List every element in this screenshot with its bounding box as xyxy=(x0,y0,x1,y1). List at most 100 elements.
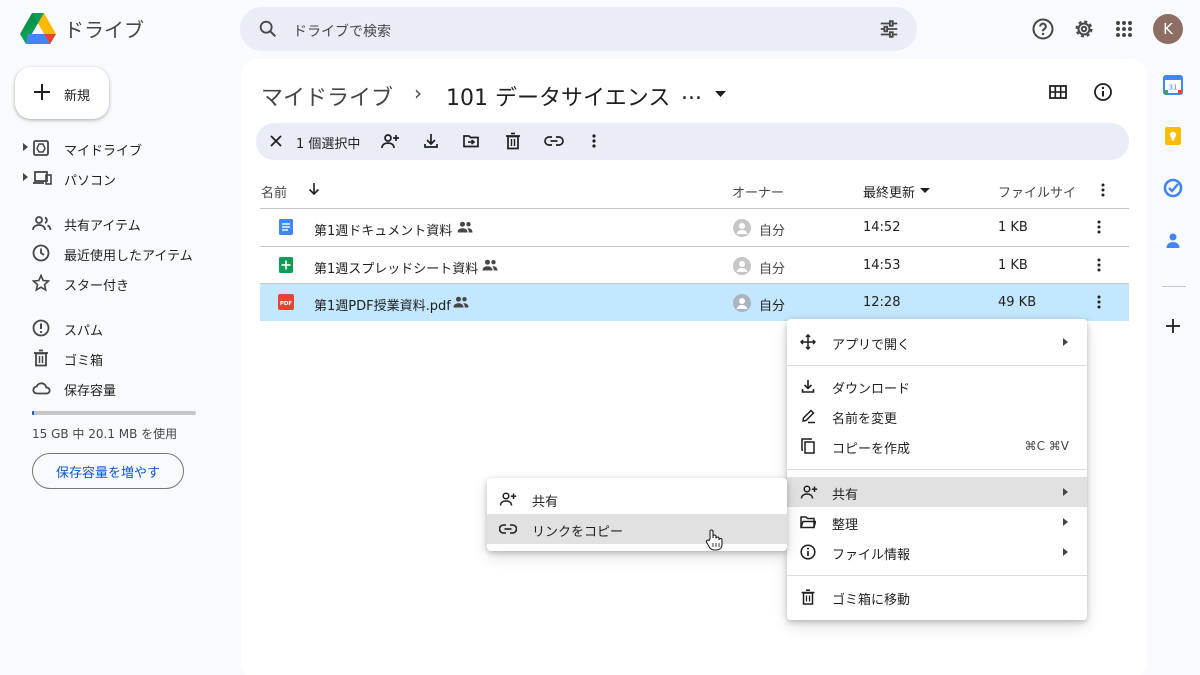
sidebar-item-starred[interactable]: スター付き xyxy=(20,268,220,298)
help-icon[interactable] xyxy=(1031,17,1055,41)
owner-avatar-icon xyxy=(733,257,751,275)
search-icon[interactable] xyxy=(257,18,279,40)
computer-icon xyxy=(32,169,52,187)
column-header-modified[interactable]: 最終更新 xyxy=(863,182,915,201)
menu-item-move-to-trash[interactable]: ゴミ箱に移動 xyxy=(787,582,1087,612)
breadcrumb-current-folder[interactable]: 101 データサイエンス xyxy=(446,80,670,112)
more-actions-icon[interactable] xyxy=(591,132,597,150)
column-header-size[interactable]: ファイルサイ xyxy=(998,182,1076,201)
folder-dropdown-icon[interactable] xyxy=(715,91,726,97)
file-row[interactable]: 第1週スプレッドシート資料 自分 14:53 1 KB xyxy=(260,247,1129,284)
sidebar-item-trash[interactable]: ゴミ箱 xyxy=(20,343,220,373)
sort-caret-down-icon[interactable] xyxy=(920,188,930,193)
trash-icon[interactable] xyxy=(504,132,522,150)
info-icon xyxy=(800,544,816,560)
new-button-label: 新規 xyxy=(64,89,91,104)
modified-time: 14:53 xyxy=(863,258,901,273)
new-button[interactable]: 新規 xyxy=(15,67,109,119)
menu-item-label: 共有 xyxy=(832,488,859,503)
breadcrumb-my-drive[interactable]: マイドライブ xyxy=(261,80,393,112)
link-icon xyxy=(499,521,517,537)
menu-item-rename[interactable]: 名前を変更 xyxy=(787,401,1087,431)
submenu-item-share[interactable]: 共有 xyxy=(487,484,787,514)
expand-caret-icon[interactable] xyxy=(23,143,29,151)
file-row-selected[interactable]: PDF 第1週PDF授業資料.pdf 自分 12:28 49 KB xyxy=(260,284,1129,321)
apps-grid-icon[interactable] xyxy=(1112,17,1136,41)
drive-logo-icon[interactable] xyxy=(20,12,56,46)
owner-avatar-icon xyxy=(733,219,751,237)
info-icon[interactable] xyxy=(1093,82,1113,102)
sidebar-item-shared[interactable]: 共有アイテム xyxy=(20,208,220,238)
copy-link-icon[interactable] xyxy=(544,132,564,150)
menu-item-organize[interactable]: 整理 xyxy=(787,507,1087,537)
shared-people-icon xyxy=(453,296,469,308)
share-person-add-icon[interactable] xyxy=(380,132,400,150)
search-bar[interactable]: ドライブで検索 xyxy=(240,7,917,51)
svg-text:31: 31 xyxy=(1169,84,1178,92)
menu-item-download[interactable]: ダウンロード xyxy=(787,371,1087,401)
menu-item-label: ダウンロード xyxy=(832,382,911,397)
file-name: 第1週PDF授業資料.pdf xyxy=(314,299,451,314)
sidebar-item-my-drive[interactable]: マイドライブ xyxy=(20,133,220,163)
get-addons-plus-icon[interactable] xyxy=(1163,316,1185,338)
submenu-arrow-icon xyxy=(1063,488,1068,496)
grid-view-icon[interactable] xyxy=(1048,83,1068,101)
submenu-item-copy-link[interactable]: リンクをコピー xyxy=(487,514,787,544)
owner-name: 自分 xyxy=(759,224,786,239)
selection-toolbar: 1 個選択中 xyxy=(256,123,1129,160)
expand-caret-icon[interactable] xyxy=(23,173,29,181)
download-icon xyxy=(800,378,816,394)
trash-icon xyxy=(32,349,50,367)
sidebar-item-recent[interactable]: 最近使用したアイテム xyxy=(20,238,220,268)
submenu-arrow-icon xyxy=(1063,518,1068,526)
download-icon[interactable] xyxy=(422,132,440,150)
search-options-icon[interactable] xyxy=(878,18,900,40)
menu-item-label: コピーを作成 xyxy=(832,442,911,457)
calendar-app-icon[interactable]: 31 xyxy=(1163,75,1185,97)
sort-direction-arrow-icon[interactable] xyxy=(307,182,321,196)
shared-people-icon xyxy=(482,259,498,271)
breadcrumb-ellipsis[interactable]: ... xyxy=(681,80,702,105)
search-input[interactable]: ドライブで検索 xyxy=(293,21,391,41)
sidebar-item-storage[interactable]: 保存容量 xyxy=(20,373,220,403)
file-row[interactable]: 第1週ドキュメント資料 自分 14:52 1 KB xyxy=(260,209,1129,246)
menu-item-share[interactable]: 共有 xyxy=(787,477,1087,507)
get-more-storage-button[interactable]: 保存容量を増やす xyxy=(32,453,184,489)
settings-gear-icon[interactable] xyxy=(1072,17,1096,41)
menu-item-make-copy[interactable]: コピーを作成 ⌘C ⌘V xyxy=(787,431,1087,461)
account-avatar[interactable]: K xyxy=(1153,14,1183,44)
column-options-more-icon[interactable] xyxy=(1100,182,1106,198)
sidebar-item-label: 保存容量 xyxy=(64,384,117,399)
sidebar-item-label: スター付き xyxy=(64,279,130,294)
row-more-actions-icon[interactable] xyxy=(1096,294,1102,310)
row-more-actions-icon[interactable] xyxy=(1096,257,1102,273)
column-header-owner[interactable]: オーナー xyxy=(732,182,784,201)
column-header-name[interactable]: 名前 xyxy=(261,182,287,201)
menu-item-label: ファイル情報 xyxy=(832,548,911,563)
keep-app-icon[interactable] xyxy=(1163,126,1185,148)
move-to-folder-icon[interactable] xyxy=(462,132,480,150)
file-name: 第1週ドキュメント資料 xyxy=(314,224,453,239)
owner-avatar-icon xyxy=(733,294,751,312)
file-size: 49 KB xyxy=(998,295,1037,310)
drive-folder-icon xyxy=(32,139,50,157)
sidebar-item-computers[interactable]: パソコン xyxy=(20,163,220,193)
star-icon xyxy=(32,274,50,292)
menu-item-file-info[interactable]: ファイル情報 xyxy=(787,537,1087,567)
share-person-add-icon xyxy=(800,484,818,500)
sidebar-item-spam[interactable]: スパム xyxy=(20,313,220,343)
owner-name: 自分 xyxy=(759,299,786,314)
row-more-actions-icon[interactable] xyxy=(1096,219,1102,235)
menu-item-label: 名前を変更 xyxy=(832,412,898,427)
hand-pointer-cursor-icon xyxy=(705,529,723,551)
tasks-app-icon[interactable] xyxy=(1163,178,1185,200)
breadcrumb-separator: › xyxy=(414,81,422,105)
menu-item-open-with[interactable]: アプリで開く xyxy=(787,327,1087,357)
sidebar-item-label: マイドライブ xyxy=(64,144,143,159)
pdf-badge-text: PDF xyxy=(280,301,293,307)
plus-icon xyxy=(31,81,53,103)
menu-divider xyxy=(787,575,1087,576)
menu-item-label: アプリで開く xyxy=(832,338,911,353)
clear-selection-close-icon[interactable] xyxy=(267,132,285,150)
contacts-app-icon[interactable] xyxy=(1163,231,1185,253)
